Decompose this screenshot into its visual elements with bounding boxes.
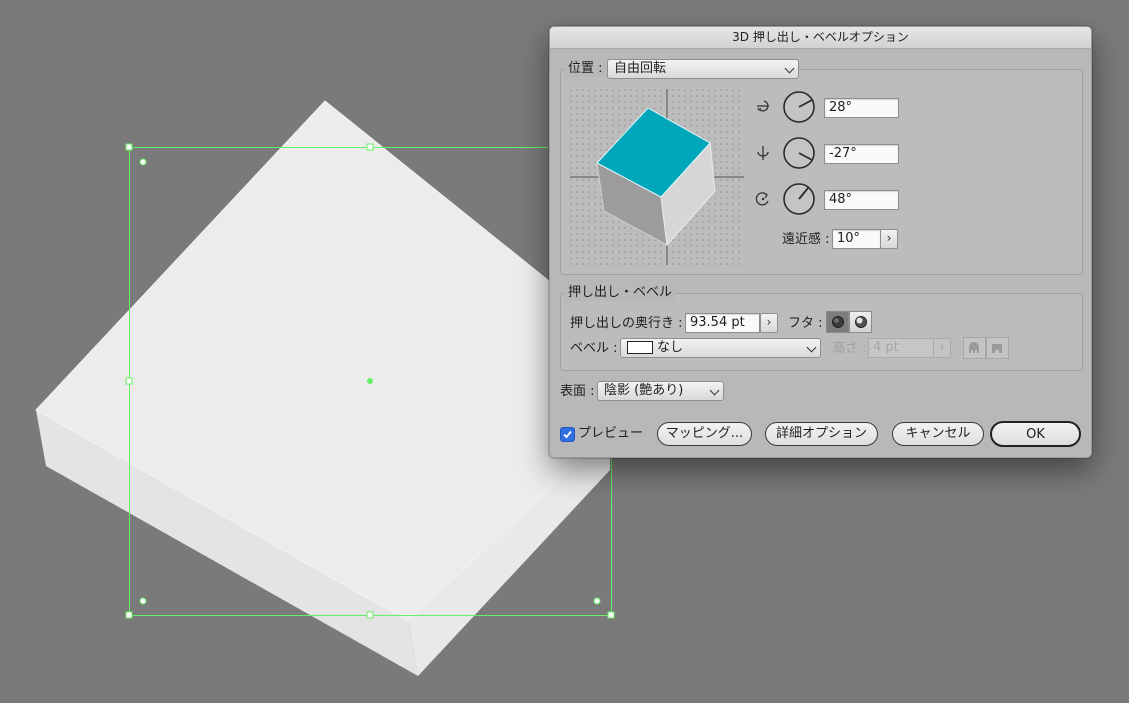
chevron-down-icon <box>709 385 720 396</box>
bevel-label: ベベル : <box>570 341 618 356</box>
surface-value: 陰影 (艶あり) <box>604 383 684 398</box>
cancel-button[interactable]: キャンセル <box>892 422 984 446</box>
extrude-depth-label: 押し出しの奥行き : <box>570 316 683 331</box>
corner-widget-bottom-left <box>139 597 147 605</box>
z-rotation-dial[interactable] <box>783 183 815 215</box>
bevel-out-icon <box>969 342 979 353</box>
handle-top-left <box>125 143 133 151</box>
handle-bottom-right <box>607 611 615 619</box>
handle-bottom-center <box>366 611 374 619</box>
z-rotation-input[interactable]: 48° <box>824 190 899 210</box>
checkmark-icon <box>563 430 572 439</box>
cap-label: フタ : <box>788 316 823 331</box>
position-preset-select[interactable]: 自由回転 <box>607 59 799 79</box>
bevel-swatch <box>627 341 653 354</box>
handle-middle-left <box>125 377 133 385</box>
bevel-value: なし <box>657 340 684 355</box>
center-point <box>367 378 373 384</box>
dialog-title: 3D 押し出し・ベベルオプション <box>550 27 1091 49</box>
cap-on-icon <box>832 316 844 328</box>
extrude-depth-slider-button[interactable]: › <box>760 313 778 333</box>
bevel-in-button[interactable] <box>986 337 1009 359</box>
ok-button[interactable]: OK <box>990 421 1081 447</box>
chevron-down-icon <box>784 63 795 74</box>
handle-top-center <box>366 143 374 151</box>
surface-label: 表面 : <box>560 384 595 399</box>
cap-off-button[interactable] <box>849 311 872 333</box>
more-options-button[interactable]: 詳細オプション <box>765 422 878 446</box>
perspective-slider-button[interactable]: › <box>880 229 898 249</box>
x-rotation-dial[interactable] <box>783 91 815 123</box>
bevel-height-slider-button[interactable]: › <box>933 338 951 358</box>
bevel-select[interactable]: なし <box>620 338 821 358</box>
extrude-bevel-dialog: 3D 押し出し・ベベルオプション 位置 : 自由回転 28° -27° 48° … <box>549 26 1092 458</box>
z-axis-rotate-icon <box>755 192 769 206</box>
corner-widget-top-left <box>139 158 147 166</box>
handle-bottom-left <box>125 611 133 619</box>
cap-off-icon <box>855 316 867 328</box>
preview-label[interactable]: プレビュー <box>578 426 643 442</box>
chevron-down-icon <box>806 342 817 353</box>
y-axis-rotate-icon <box>757 146 769 160</box>
y-rotation-input[interactable]: -27° <box>824 144 899 164</box>
x-axis-rotate-icon <box>757 100 769 112</box>
perspective-input[interactable]: 10° <box>832 229 881 249</box>
corner-widget-bottom-right <box>593 597 601 605</box>
extrude-bevel-section-label: 押し出し・ベベル <box>564 285 677 301</box>
bevel-in-icon <box>992 344 1002 353</box>
mapping-button[interactable]: マッピング... <box>657 422 752 446</box>
position-label: 位置 : <box>564 61 607 77</box>
x-rotation-input[interactable]: 28° <box>824 98 899 118</box>
extrude-depth-input[interactable]: 93.54 pt <box>685 313 760 333</box>
bevel-height-input[interactable]: 4 pt <box>868 338 934 358</box>
surface-select[interactable]: 陰影 (艶あり) <box>597 381 724 401</box>
position-preset-value: 自由回転 <box>614 61 667 76</box>
preview-checkbox[interactable] <box>560 427 575 442</box>
rotation-track-cube[interactable] <box>570 89 744 265</box>
cap-on-button[interactable] <box>826 311 849 333</box>
y-rotation-dial[interactable] <box>783 137 815 169</box>
perspective-label: 遠近感 : <box>782 232 830 247</box>
bevel-out-button[interactable] <box>963 337 986 359</box>
bevel-height-label: 高さ : <box>832 341 867 356</box>
